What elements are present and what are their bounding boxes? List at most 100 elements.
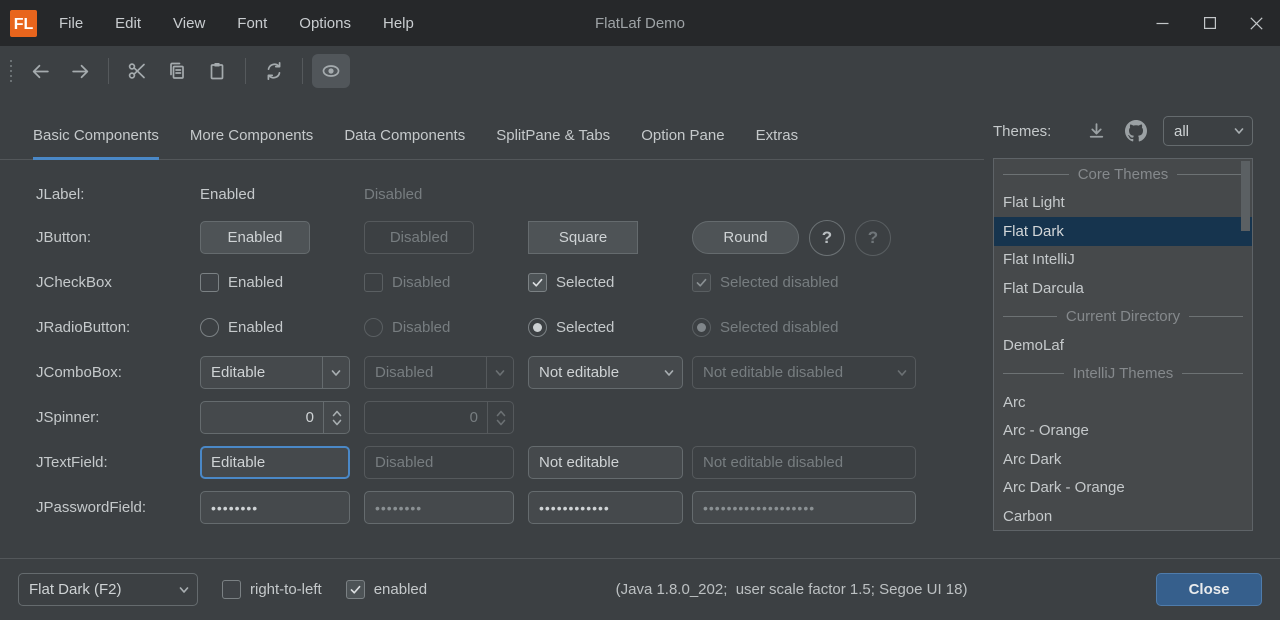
theme-item-flat-darcula[interactable]: Flat Darcula — [994, 274, 1252, 303]
theme-item-arc-orange[interactable]: Arc - Orange — [994, 417, 1252, 446]
spinner-disabled: 0 — [364, 401, 514, 434]
radio-label: Selected — [556, 319, 614, 336]
theme-item-demolaf[interactable]: DemoLaf — [994, 331, 1252, 360]
close-button[interactable]: Close — [1156, 573, 1262, 606]
scrollbar-thumb[interactable] — [1241, 161, 1250, 231]
radio-selected-icon — [528, 318, 547, 337]
chevron-down-icon[interactable] — [655, 357, 682, 388]
list-separator: IntelliJ Themes — [994, 360, 1252, 389]
checkbox-label: Disabled — [392, 274, 450, 291]
radio-enabled[interactable]: Enabled — [200, 318, 283, 337]
toolbar-separator — [108, 58, 109, 84]
theme-item-arc-dark[interactable]: Arc Dark — [994, 445, 1252, 474]
checkbox-icon — [200, 273, 219, 292]
spinner-value: 0 — [365, 409, 487, 426]
download-theme-button[interactable] — [1086, 121, 1107, 142]
spinner-value[interactable]: 0 — [201, 409, 323, 426]
maximize-button[interactable] — [1186, 0, 1233, 46]
theme-item-flat-light[interactable]: Flat Light — [994, 189, 1252, 218]
theme-item-carbon[interactable]: Carbon — [994, 502, 1252, 531]
tab-data-components[interactable]: Data Components — [344, 112, 465, 159]
combobox-value[interactable]: Editable — [201, 364, 322, 381]
menu-font[interactable]: Font — [221, 0, 283, 46]
menu-options[interactable]: Options — [283, 0, 367, 46]
spinner-enabled[interactable]: 0 — [200, 401, 350, 434]
github-link-button[interactable] — [1125, 120, 1147, 142]
cut-button[interactable] — [118, 54, 156, 88]
checkbox-label: enabled — [374, 581, 427, 598]
spinner-arrows-icon[interactable] — [323, 402, 349, 433]
toolbar-grip[interactable] — [10, 60, 12, 82]
forward-button[interactable] — [61, 54, 99, 88]
combobox-value: Disabled — [365, 364, 486, 381]
tab-extras[interactable]: Extras — [756, 112, 799, 159]
radio-label: Enabled — [228, 319, 283, 336]
theme-item-flat-intellij[interactable]: Flat IntelliJ — [994, 246, 1252, 275]
copy-button[interactable] — [158, 54, 196, 88]
tab-more-components[interactable]: More Components — [190, 112, 313, 159]
chevron-down-icon — [888, 357, 915, 388]
menu-help[interactable]: Help — [367, 0, 430, 46]
theme-item-arc-dark-orange[interactable]: Arc Dark - Orange — [994, 474, 1252, 503]
tab-option-pane[interactable]: Option Pane — [641, 112, 724, 159]
passwordfield-not-editable[interactable]: •••••••••••• — [528, 491, 683, 524]
help-button[interactable]: ? — [809, 220, 845, 256]
right-to-left-checkbox[interactable]: right-to-left — [222, 580, 322, 599]
enabled-button[interactable]: Enabled — [200, 221, 310, 254]
cut-icon — [127, 61, 147, 81]
minimize-icon — [1156, 17, 1169, 30]
passwordfield-disabled: •••••••• — [364, 491, 514, 524]
themes-filter-combobox[interactable]: all — [1163, 116, 1253, 146]
app-logo-icon: FL — [10, 10, 37, 37]
checkbox-enabled[interactable]: Enabled — [200, 273, 283, 292]
checkbox-label: Selected disabled — [720, 274, 838, 291]
textfield-not-editable[interactable]: Not editable — [528, 446, 683, 479]
titlebar: FL File Edit View Font Options Help Flat… — [0, 0, 1280, 46]
close-window-button[interactable] — [1233, 0, 1280, 46]
tab-basic-components[interactable]: Basic Components — [33, 112, 159, 159]
theme-item-flat-dark[interactable]: Flat Dark — [994, 217, 1252, 246]
checkbox-selected[interactable]: Selected — [528, 273, 614, 292]
combobox-not-editable[interactable]: Not editable — [528, 356, 683, 389]
passwordfield-editable[interactable]: •••••••• — [200, 491, 350, 524]
show-hidden-toggle-button[interactable] — [312, 54, 350, 88]
list-separator: Current Directory — [994, 303, 1252, 332]
tab-splitpane-tabs[interactable]: SplitPane & Tabs — [496, 112, 610, 159]
radio-selected[interactable]: Selected — [528, 318, 614, 337]
maximize-icon — [1204, 17, 1216, 29]
enabled-checkbox[interactable]: enabled — [346, 580, 427, 599]
square-button[interactable]: Square — [528, 221, 638, 254]
paste-button[interactable] — [198, 54, 236, 88]
back-button[interactable] — [21, 54, 59, 88]
chevron-down-icon[interactable] — [322, 357, 349, 388]
textfield-editable[interactable]: Editable — [200, 446, 350, 479]
radio-disabled: Disabled — [364, 318, 450, 337]
chevron-down-icon — [1225, 117, 1252, 145]
list-separator: Core Themes — [994, 160, 1252, 189]
jspinner-row-label: JSpinner: — [36, 409, 200, 426]
radio-label: Selected disabled — [720, 319, 838, 336]
toolbar-separator — [245, 58, 246, 84]
refresh-icon — [264, 61, 284, 81]
jradiobutton-row: JRadioButton: Enabled Disabled — [36, 305, 984, 350]
jtextfield-row-label: JTextField: — [36, 454, 200, 471]
themes-filter-value: all — [1164, 123, 1225, 140]
tab-bar: Basic Components More Components Data Co… — [0, 112, 984, 160]
theme-item-arc[interactable]: Arc — [994, 388, 1252, 417]
status-text: (Java 1.8.0_202; user scale factor 1.5; … — [441, 581, 1142, 598]
jbutton-row: JButton: Enabled Disabled Square Round ?… — [36, 215, 984, 260]
menu-view[interactable]: View — [157, 0, 221, 46]
round-button[interactable]: Round — [692, 221, 799, 254]
combobox-value: Not editable — [529, 364, 655, 381]
laf-combobox[interactable]: Flat Dark (F2) — [18, 573, 198, 606]
minimize-button[interactable] — [1139, 0, 1186, 46]
refresh-button[interactable] — [255, 54, 293, 88]
checkbox-label: right-to-left — [250, 581, 322, 598]
jpasswordfield-row-label: JPasswordField: — [36, 499, 200, 516]
help-button-disabled: ? — [855, 220, 891, 256]
textfield-disabled: Disabled — [364, 446, 514, 479]
menu-edit[interactable]: Edit — [99, 0, 157, 46]
combobox-editable[interactable]: Editable — [200, 356, 350, 389]
checkbox-checked-icon — [692, 273, 711, 292]
menu-file[interactable]: File — [43, 0, 99, 46]
